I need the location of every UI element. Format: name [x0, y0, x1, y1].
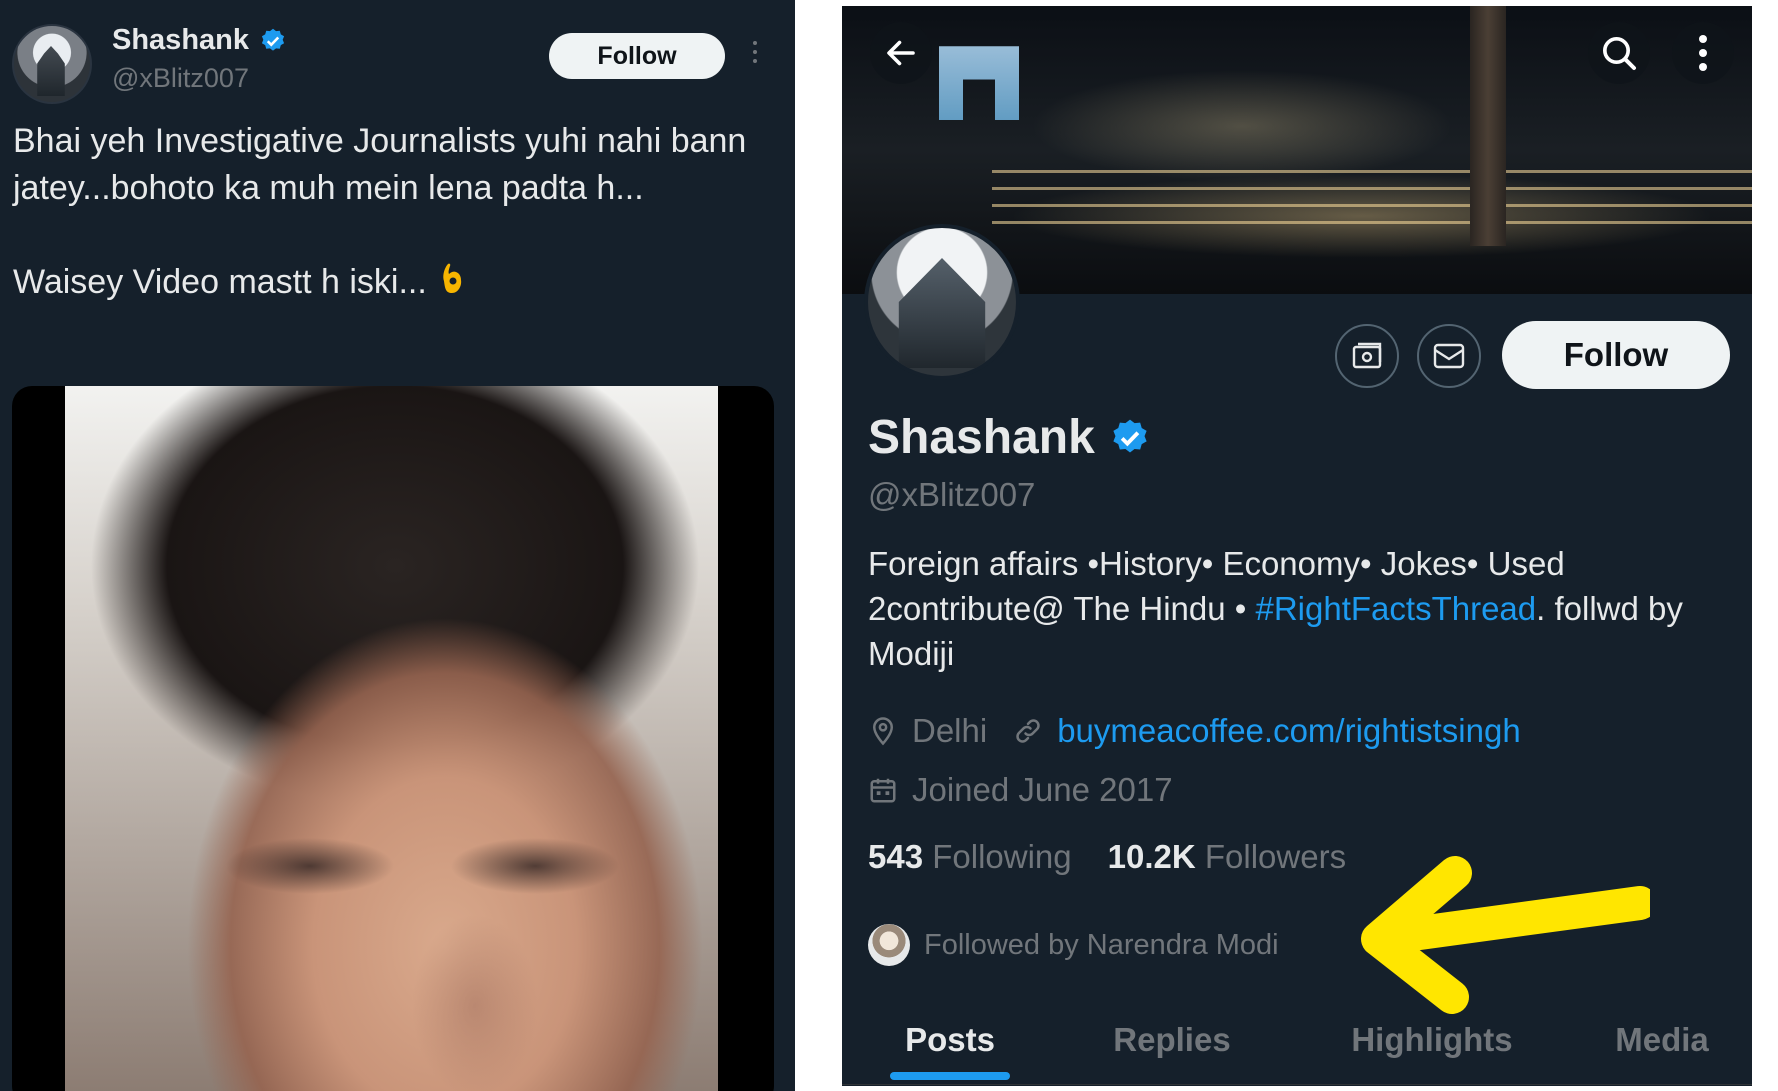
followed-by-text: Followed by Narendra Modi [924, 928, 1279, 961]
back-arrow-icon [887, 40, 915, 66]
follower-avatar [868, 924, 910, 966]
ok-hand-emoji-icon [443, 263, 462, 293]
verified-badge-icon [261, 28, 285, 51]
link-icon [1016, 719, 1040, 743]
follow-button[interactable]: Follow [549, 33, 725, 79]
more-icon[interactable] [748, 36, 762, 80]
location-icon [872, 717, 894, 746]
back-button[interactable] [870, 22, 932, 84]
active-tab-indicator [890, 1072, 1010, 1080]
followers-count: 10.2K [1107, 838, 1196, 875]
annotation-arrow-icon [1361, 856, 1650, 1014]
profile-handle: @xBlitz007 [868, 476, 1036, 513]
tweet-panel: Shashank @xBlitz007 Follow Bhai yeh Inve… [0, 0, 795, 1091]
message-button[interactable] [1417, 324, 1481, 388]
profile-name-row: Shashank [868, 410, 1151, 465]
profile-website-link[interactable]: buymeacoffee.com/rightistsingh [1057, 712, 1520, 750]
message-icon [1433, 343, 1465, 369]
calendar-icon [870, 778, 896, 803]
tweet-text: Bhai yeh Investigative Journalists yuhi … [13, 118, 773, 306]
video-thumbnail[interactable] [65, 386, 718, 1091]
profile-joined-date: Joined June 2017 [912, 771, 1173, 808]
subscriptions-icon [1352, 342, 1382, 369]
profile-meta-location-website: Delhi buymeacoffee.com/rightistsingh [868, 712, 1521, 750]
tweet-text-line-2: Waisey Video mastt h iski... [13, 259, 773, 306]
more-options-button[interactable] [1672, 22, 1734, 84]
following-count: 543 [868, 838, 924, 875]
tweet-media-video[interactable] [12, 386, 774, 1091]
tab-replies[interactable]: Replies [1077, 996, 1267, 1084]
author-handle[interactable]: @xBlitz007 [112, 63, 249, 94]
author-avatar[interactable] [12, 24, 92, 104]
following-stat[interactable]: 543 Following [868, 838, 1072, 876]
tab-posts[interactable]: Posts [872, 996, 1028, 1084]
profile-meta-joined: Joined June 2017 [868, 771, 1173, 809]
profile-avatar[interactable] [864, 224, 1020, 380]
profile-follow-button[interactable]: Follow [1502, 321, 1730, 389]
more-icon [1699, 35, 1707, 71]
search-icon [1603, 37, 1636, 70]
author-name-row[interactable]: Shashank [112, 24, 287, 57]
following-label: Following [932, 838, 1072, 875]
tweet-text-line-2-text: Waisey Video mastt h iski... [13, 263, 427, 301]
tweet-text-line-1: Bhai yeh Investigative Journalists yuhi … [13, 122, 747, 207]
followers-label: Followers [1204, 838, 1347, 875]
profile-stats: 543 Following 10.2K Followers [868, 838, 1346, 876]
profile-bio: Foreign affairs •History• Economy• Jokes… [868, 541, 1728, 676]
author-name[interactable]: Shashank [112, 24, 249, 57]
followed-by-row[interactable]: Followed by Narendra Modi [868, 924, 1279, 966]
banner-obelisk [1470, 6, 1506, 246]
followers-stat[interactable]: 10.2K Followers [1108, 838, 1346, 876]
bio-hashtag-link[interactable]: #RightFactsThread [1256, 590, 1537, 627]
subscriptions-button[interactable] [1335, 324, 1399, 388]
profile-name: Shashank [868, 411, 1095, 464]
search-button[interactable] [1588, 22, 1650, 84]
banner-monument [939, 46, 1019, 120]
profile-location: Delhi [912, 712, 988, 749]
verified-badge-icon[interactable] [1109, 417, 1151, 459]
